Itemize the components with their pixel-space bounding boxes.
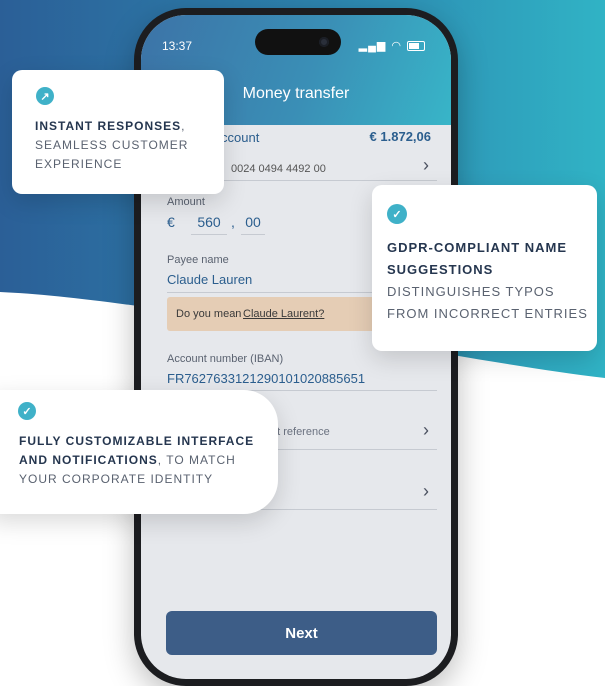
suggestion-link[interactable]: Claude Laurent? <box>243 308 324 320</box>
payee-input[interactable]: Claude Lauren <box>167 272 252 287</box>
feature-card-title: AND NOTIFICATIONS <box>19 453 158 467</box>
chevron-right-icon[interactable]: › <box>423 155 429 176</box>
amount-cents-input[interactable]: 00 <box>241 214 265 235</box>
feature-card-gdpr: ✓ GDPR-COMPLIANT NAME SUGGESTIONS DISTIN… <box>372 185 597 351</box>
iban-label: Account number (IBAN) <box>167 353 284 365</box>
payee-label: Payee name <box>167 254 229 266</box>
status-time: 13:37 <box>162 39 193 53</box>
currency-symbol: € <box>167 214 175 230</box>
feature-card-line: EXPERIENCE <box>35 157 123 171</box>
feature-card-line: SEAMLESS CUSTOMER <box>35 138 189 152</box>
feature-card-title: FULLY CUSTOMIZABLE INTERFACE <box>19 434 255 448</box>
feature-card-line: YOUR CORPORATE IDENTITY <box>19 472 214 486</box>
suggestion-prefix: Do you mean <box>176 308 242 320</box>
account-balance: € 1.872,06 <box>369 129 431 144</box>
feature-card-line: , TO MATCH <box>157 453 236 467</box>
check-icon: ✓ <box>387 204 407 224</box>
feature-card-text: FULLY CUSTOMIZABLE INTERFACE AND NOTIFIC… <box>19 432 254 489</box>
feature-card-title: GDPR-COMPLIANT NAME <box>387 240 568 255</box>
feature-card-title: SUGGESTIONS <box>387 262 494 277</box>
battery-icon <box>407 40 425 51</box>
feature-card-line: DISTINGUISHES TYPOS <box>387 284 555 299</box>
amount-whole-input[interactable]: 560 <box>191 214 227 235</box>
from-account-label: ccount <box>221 130 260 145</box>
iban-input[interactable]: FR7627633121290101020885651 <box>167 371 365 386</box>
feature-card-text-punct: , <box>181 119 186 133</box>
dynamic-island <box>255 29 341 55</box>
check-icon: ✓ <box>18 402 36 420</box>
from-account-number: 0024 0494 4492 00 <box>231 163 326 175</box>
chevron-right-icon[interactable]: › <box>423 481 429 502</box>
chevron-right-icon[interactable]: › <box>423 420 429 441</box>
status-icons: ▂▄▆ ◠ <box>359 39 425 52</box>
feature-card-title: INSTANT RESPONSES <box>35 119 182 133</box>
camera-icon <box>319 37 329 47</box>
decimal-separator: , <box>231 214 235 230</box>
feature-card-instant: ↗ INSTANT RESPONSES, SEAMLESS CUSTOMER E… <box>12 70 224 194</box>
feature-card-text: INSTANT RESPONSES, SEAMLESS CUSTOMER EXP… <box>35 117 188 174</box>
feature-card-text: GDPR-COMPLIANT NAME SUGGESTIONS DISTINGU… <box>387 237 588 325</box>
amount-label: Amount <box>167 196 205 208</box>
feature-card-line: FROM INCORRECT ENTRIES <box>387 306 588 321</box>
signal-icon: ▂▄▆ <box>358 40 387 52</box>
next-button[interactable]: Next <box>166 611 437 655</box>
feature-card-custom: ✓ FULLY CUSTOMIZABLE INTERFACE AND NOTIF… <box>0 390 278 514</box>
reference-label: nt reference <box>271 426 330 438</box>
arrow-up-right-icon: ↗ <box>36 87 54 105</box>
wifi-icon: ◠ <box>391 40 402 52</box>
